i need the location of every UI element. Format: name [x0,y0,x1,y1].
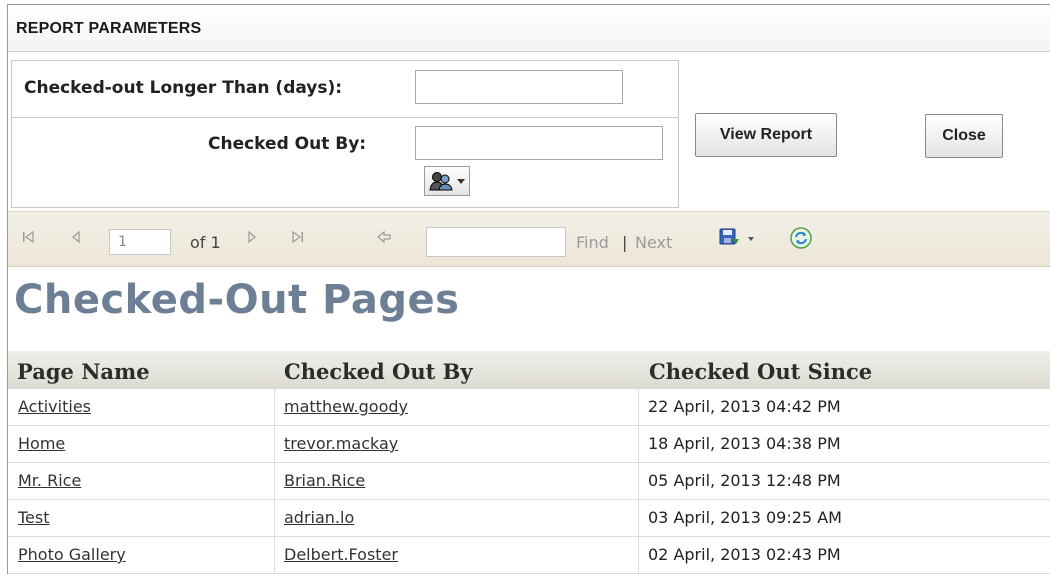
parameter-panel: Checked-out Longer Than (days): Checked … [11,60,679,208]
view-report-button[interactable]: View Report [695,113,837,157]
checked-out-by-label: Checked Out By: [208,134,367,154]
close-button[interactable]: Close [925,114,1003,158]
checked-out-since: 02 April, 2013 02:43 PM [648,545,841,564]
table-row: Test adrian.lo 03 April, 2013 09:25 AM [8,500,1050,537]
column-header-checked-out-by: Checked Out By [284,359,473,384]
back-icon[interactable] [376,230,392,248]
table-header: Page Name Checked Out By Checked Out Sin… [8,351,1050,389]
report-toolbar: 1 of 1 Find | Next [8,211,1050,267]
find-separator: | [622,233,628,252]
page-name-link[interactable]: Test [18,508,50,527]
user-link[interactable]: trevor.mackay [284,434,398,453]
checked-out-since: 18 April, 2013 04:38 PM [648,434,841,453]
report-title: Checked-Out Pages [14,277,460,323]
next-page-icon[interactable] [246,230,258,248]
refresh-icon[interactable] [789,226,813,250]
last-page-icon[interactable] [290,230,304,248]
user-link[interactable]: matthew.goody [284,397,408,416]
find-link[interactable]: Find [576,233,609,252]
checked-out-longer-label: Checked-out Longer Than (days): [24,78,343,98]
people-picker-icon [429,172,453,191]
people-picker-button[interactable] [424,166,470,196]
user-link[interactable]: Delbert.Foster [284,545,398,564]
previous-page-icon[interactable] [70,230,82,248]
table-row: Activities matthew.goody 22 April, 2013 … [8,389,1050,426]
find-input[interactable] [426,227,566,257]
user-link[interactable]: adrian.lo [284,508,354,527]
user-link[interactable]: Brian.Rice [284,471,365,490]
report-parameters-title: REPORT PARAMETERS [16,20,202,37]
page-name-link[interactable]: Photo Gallery [18,545,126,564]
column-header-page-name: Page Name [17,359,150,384]
find-next-link[interactable]: Next [635,233,672,252]
checked-out-by-input[interactable] [415,126,663,160]
column-header-checked-out-since: Checked Out Since [649,359,873,384]
checked-out-since: 05 April, 2013 12:48 PM [648,471,841,490]
page-count: of 1 [190,233,221,252]
export-icon[interactable] [718,225,740,249]
page-name-link[interactable]: Activities [18,397,91,416]
chevron-down-icon[interactable] [748,237,754,241]
page-name-link[interactable]: Home [18,434,65,453]
table-row: Home trevor.mackay 18 April, 2013 04:38 … [8,426,1050,463]
chevron-down-icon [457,179,465,184]
checked-out-longer-input[interactable] [415,70,623,104]
report-viewer: REPORT PARAMETERS Checked-out Longer Tha… [7,4,1050,574]
first-page-icon[interactable] [22,230,36,248]
report-parameters-header: REPORT PARAMETERS [8,5,1050,52]
page-number-input[interactable]: 1 [109,229,171,255]
table-row: Photo Gallery Delbert.Foster 02 April, 2… [8,537,1050,574]
checked-out-since: 03 April, 2013 09:25 AM [648,508,842,527]
table-row: Mr. Rice Brian.Rice 05 April, 2013 12:48… [8,463,1050,500]
checked-out-since: 22 April, 2013 04:42 PM [648,397,841,416]
page-name-link[interactable]: Mr. Rice [18,471,81,490]
